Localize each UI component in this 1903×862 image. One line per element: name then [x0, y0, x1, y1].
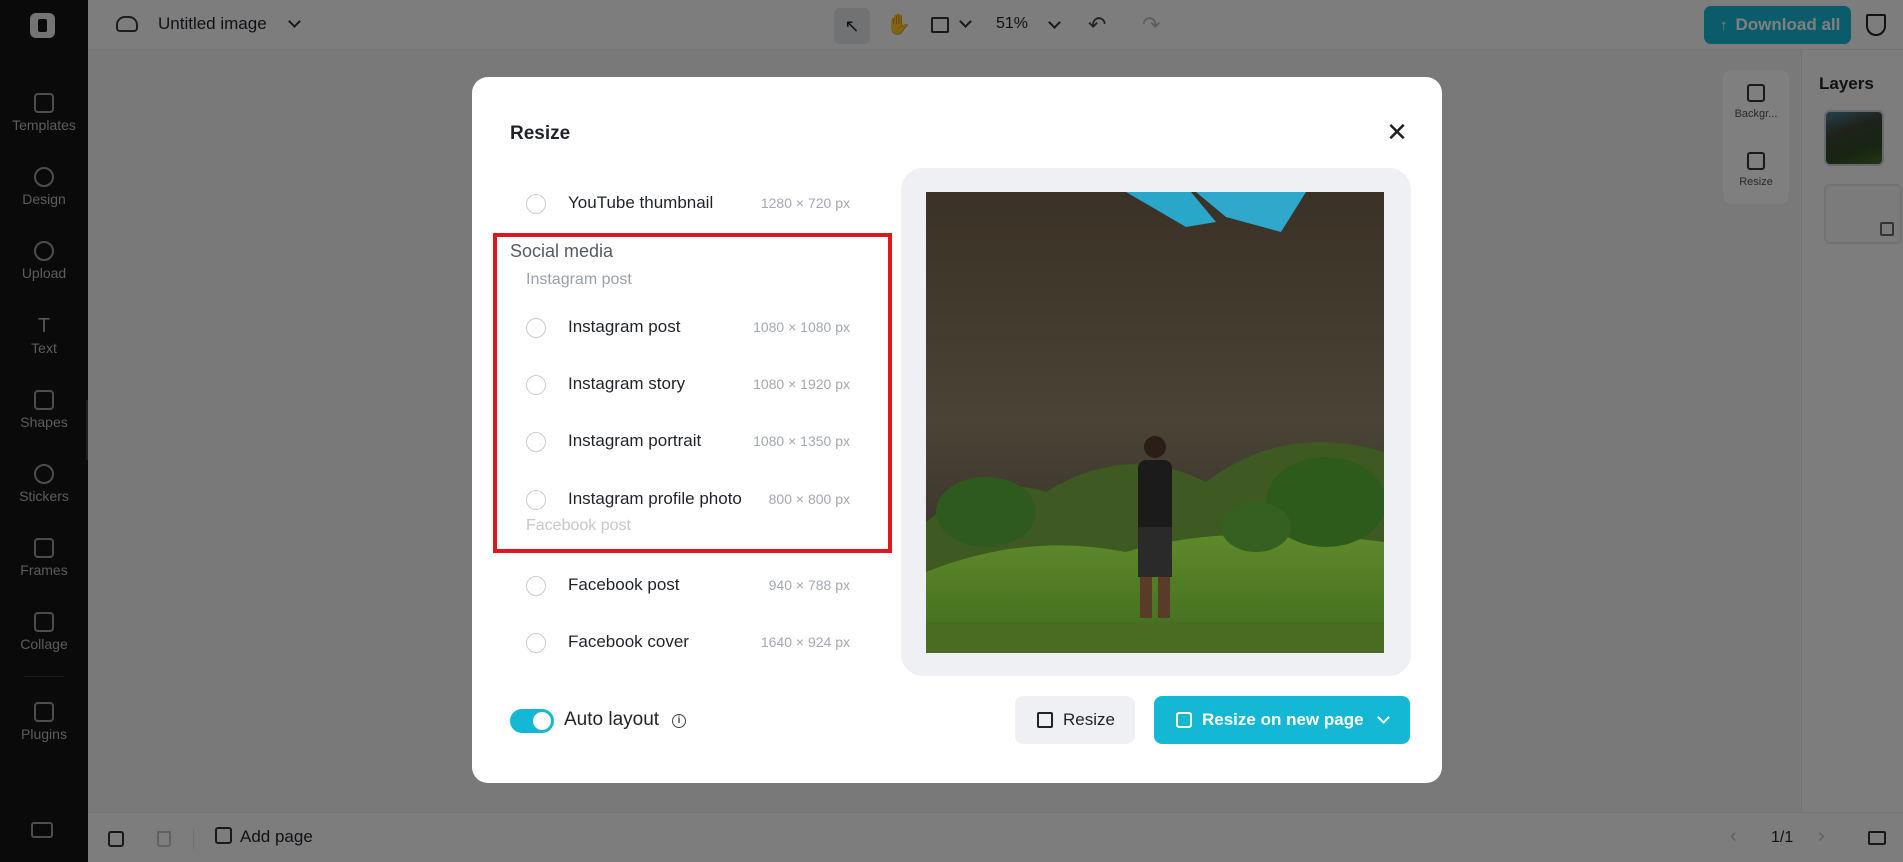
info-icon[interactable]: i	[672, 714, 686, 728]
list-item[interactable]: Facebook post 940 × 788 px	[510, 565, 860, 605]
list-item[interactable]: Facebook cover 1640 × 924 px	[510, 622, 860, 662]
resize-dialog: Resize ✕ YouTube thumbnail 1280 × 720 px…	[472, 77, 1442, 783]
highlight-annotation-box	[493, 233, 892, 553]
radio-button[interactable]	[526, 576, 546, 596]
new-page-icon	[1176, 712, 1192, 728]
resize-on-new-page-button[interactable]: Resize on new page	[1154, 696, 1410, 744]
auto-layout-label: Auto layout	[564, 709, 660, 730]
scroll-fade	[510, 703, 862, 743]
resize-button[interactable]: Resize	[1015, 696, 1135, 744]
radio-button[interactable]	[526, 194, 546, 214]
radio-button[interactable]	[526, 633, 546, 653]
preview-photo-illustration	[926, 192, 1384, 653]
auto-layout-toggle[interactable]	[510, 709, 554, 733]
resize-icon	[1037, 712, 1053, 728]
dialog-title: Resize	[510, 123, 571, 144]
chevron-down-icon[interactable]	[1377, 711, 1390, 724]
close-icon[interactable]: ✕	[1382, 117, 1412, 147]
preview-image	[926, 192, 1384, 653]
list-item[interactable]: YouTube thumbnail 1280 × 720 px	[510, 183, 860, 223]
resize-preview-panel	[901, 168, 1411, 676]
